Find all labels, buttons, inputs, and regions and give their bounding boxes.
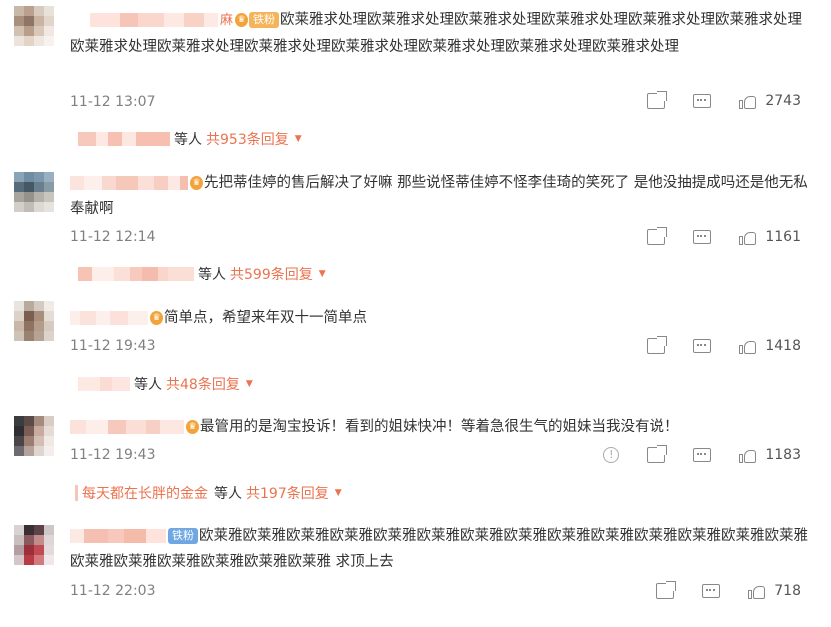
- avatar[interactable]: [14, 6, 54, 46]
- like-count: 1418: [765, 338, 801, 354]
- like-count: 1183: [765, 447, 801, 463]
- crown-icon: ♛: [190, 176, 203, 190]
- share-icon[interactable]: [647, 445, 668, 463]
- username-blurred[interactable]: [70, 529, 166, 543]
- share-icon[interactable]: [647, 91, 668, 109]
- comment-body: ♛ 简单点，希望来年双十一简单点: [70, 305, 810, 331]
- comment-text: 最管用的是淘宝投诉！看到的姐妹快冲！等着急很生气的姐妹当我没有说！: [200, 419, 679, 435]
- fan-badge: 铁粉: [168, 528, 198, 544]
- chevron-down-icon[interactable]: ▼: [335, 488, 342, 498]
- chevron-down-icon[interactable]: ▼: [295, 134, 302, 144]
- comment-actions: 1418: [619, 336, 801, 354]
- like-icon[interactable]: [739, 447, 757, 463]
- username-blurred[interactable]: [90, 13, 218, 27]
- comment-body: 麻 ♛ 铁粉 欧莱雅求处理欧莱雅求处理欧莱雅求处理欧莱雅求处理欧莱雅求处理欧莱雅求处理…: [70, 7, 810, 60]
- chevron-down-icon[interactable]: ▼: [319, 269, 326, 279]
- reply-count-link[interactable]: 共599条回复: [230, 264, 313, 284]
- crown-icon: ♛: [186, 420, 199, 434]
- comment-actions: 718: [628, 581, 801, 599]
- like-count: 1161: [765, 229, 801, 245]
- comment-icon[interactable]: [693, 94, 712, 108]
- replier-blurred: [78, 267, 194, 281]
- username-suffix[interactable]: 麻: [220, 13, 233, 28]
- avatar[interactable]: [14, 525, 54, 565]
- share-icon[interactable]: [647, 336, 668, 354]
- reply-prefix: 等人: [134, 377, 162, 393]
- reply-summary[interactable]: 等人 共48条回复 ▼: [78, 374, 253, 394]
- crown-icon: ♛: [235, 13, 249, 27]
- timestamp: 11-12 19:43: [70, 338, 156, 354]
- reply-count-link[interactable]: 共197条回复: [246, 483, 329, 503]
- like-count: 718: [774, 583, 801, 599]
- comment-actions: 2743: [619, 91, 801, 109]
- fan-badge: 铁粉: [249, 12, 280, 28]
- chevron-down-icon[interactable]: ▼: [246, 379, 253, 389]
- reply-prefix: 等人: [174, 132, 202, 148]
- reply-count-link[interactable]: 共953条回复: [206, 129, 289, 149]
- replier-blurred: [78, 377, 130, 391]
- comment-actions: ! 1183: [575, 445, 801, 463]
- replier-blurred: [78, 132, 170, 146]
- reply-summary[interactable]: 等人 共599条回复 ▼: [78, 264, 326, 284]
- timestamp: 11-12 19:43: [70, 447, 156, 463]
- username-blurred[interactable]: [70, 420, 184, 434]
- reply-prefix: 等人: [214, 486, 242, 502]
- timestamp: 11-12 22:03: [70, 583, 156, 599]
- timestamp: 11-12 12:14: [70, 229, 156, 245]
- avatar[interactable]: [14, 416, 54, 456]
- report-icon[interactable]: !: [603, 447, 620, 463]
- comment-body: ♛ 最管用的是淘宝投诉！看到的姐妹快冲！等着急很生气的姐妹当我没有说！: [70, 414, 810, 440]
- comment-actions: 1161: [619, 227, 801, 245]
- like-icon[interactable]: [739, 229, 757, 245]
- reply-divider: [75, 485, 78, 501]
- comment-icon[interactable]: [702, 584, 721, 598]
- reply-summary[interactable]: 等人 共953条回复 ▼: [78, 129, 302, 149]
- reply-prefix: 等人: [198, 267, 226, 283]
- like-icon[interactable]: [739, 93, 757, 109]
- comment-text: 简单点，希望来年双十一简单点: [164, 310, 367, 326]
- reply-count-link[interactable]: 共48条回复: [166, 374, 240, 394]
- share-icon[interactable]: [656, 581, 677, 599]
- like-icon[interactable]: [748, 583, 766, 599]
- replier-name[interactable]: 每天都在长胖的金金: [82, 483, 208, 503]
- comment-body: 铁粉 欧莱雅欧莱雅欧莱雅欧莱雅欧莱雅欧莱雅欧莱雅欧莱雅欧莱雅欧莱雅欧莱雅欧莱雅欧莱…: [70, 523, 810, 575]
- avatar[interactable]: [14, 172, 54, 212]
- comment-icon[interactable]: [693, 230, 712, 244]
- username-blurred[interactable]: [70, 176, 188, 190]
- avatar[interactable]: [14, 301, 54, 341]
- reply-summary[interactable]: 每天都在长胖的金金 等人 共197条回复 ▼: [82, 483, 342, 503]
- crown-icon: ♛: [150, 311, 163, 325]
- username-blurred[interactable]: [70, 311, 148, 325]
- timestamp: 11-12 13:07: [70, 94, 156, 110]
- share-icon[interactable]: [647, 227, 668, 245]
- like-count: 2743: [765, 93, 801, 109]
- comment-body: ♛ 先把蒂佳婷的售后解决了好嘛 那些说怪蒂佳婷不怪李佳琦的笑死了 是他没抽提成吗还…: [70, 170, 810, 222]
- comment-icon[interactable]: [693, 339, 712, 353]
- like-icon[interactable]: [739, 338, 757, 354]
- comment-icon[interactable]: [693, 448, 712, 462]
